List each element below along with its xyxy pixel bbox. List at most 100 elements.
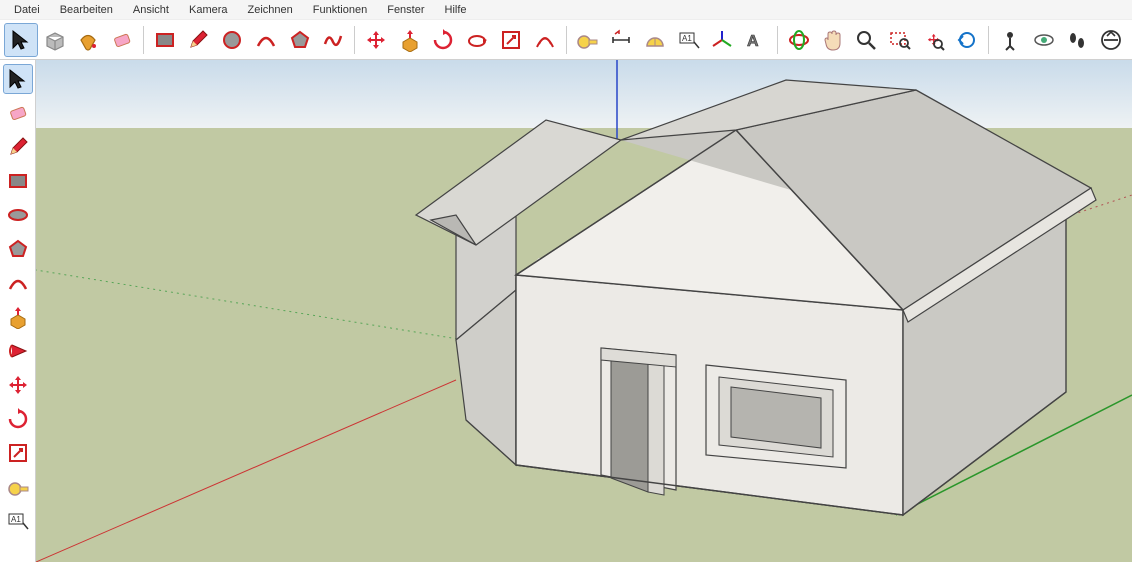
zoomext-icon — [922, 28, 946, 52]
menu-file[interactable]: Datei — [4, 2, 50, 18]
rotate-icon — [431, 28, 455, 52]
move-tool[interactable] — [3, 370, 33, 400]
push-pull-tool[interactable] — [393, 23, 427, 57]
squig-icon — [321, 28, 345, 52]
circle-tool[interactable] — [3, 200, 33, 230]
tape-measure-tool[interactable] — [3, 472, 33, 502]
dimension-tool[interactable] — [604, 23, 638, 57]
pencil-icon — [186, 28, 210, 52]
zoom-extents-tool[interactable] — [917, 23, 951, 57]
orbit-tool[interactable] — [782, 23, 816, 57]
menu-draw[interactable]: Zeichnen — [238, 2, 303, 18]
offset-icon — [533, 28, 557, 52]
feet-icon — [1065, 28, 1089, 52]
section-plane[interactable] — [1094, 23, 1128, 57]
previous-view[interactable] — [950, 23, 984, 57]
rotate-tool[interactable] — [427, 23, 461, 57]
text-tool[interactable] — [672, 23, 706, 57]
toolbar-separator — [988, 26, 989, 54]
rectangle-tool[interactable] — [148, 23, 182, 57]
look-around[interactable] — [1027, 23, 1061, 57]
rectangle-tool[interactable] — [3, 166, 33, 196]
pushpull-icon — [398, 28, 422, 52]
protractor-icon — [643, 28, 667, 52]
freehand-tool[interactable] — [316, 23, 350, 57]
position-camera[interactable] — [993, 23, 1027, 57]
circle-icon — [220, 28, 244, 52]
arc-icon — [6, 271, 30, 295]
zoom-icon — [854, 28, 878, 52]
rect-icon — [6, 169, 30, 193]
toolbar-separator — [566, 26, 567, 54]
arc-tool[interactable] — [3, 268, 33, 298]
protractor-tool[interactable] — [638, 23, 672, 57]
scale-icon — [499, 28, 523, 52]
cube-icon — [43, 28, 67, 52]
eraser-icon — [6, 101, 30, 125]
menu-view[interactable]: Ansicht — [123, 2, 179, 18]
orbit-icon — [787, 28, 811, 52]
circle-tool[interactable] — [215, 23, 249, 57]
cursor-icon — [6, 67, 30, 91]
toolbar-separator — [354, 26, 355, 54]
zoomwin-icon — [888, 28, 912, 52]
menu-functions[interactable]: Funktionen — [303, 2, 377, 18]
make-component[interactable] — [38, 23, 72, 57]
line-tool[interactable] — [182, 23, 216, 57]
line-tool[interactable] — [3, 132, 33, 162]
hand-icon — [820, 28, 844, 52]
follow-icon — [465, 28, 489, 52]
walk-tool[interactable] — [1061, 23, 1095, 57]
cursor-icon — [9, 28, 33, 52]
select-tool[interactable] — [3, 64, 33, 94]
pan-tool[interactable] — [816, 23, 850, 57]
zoom-window-tool[interactable] — [883, 23, 917, 57]
rotate-icon — [6, 407, 30, 431]
polygon-tool[interactable] — [3, 234, 33, 264]
zoom-tool[interactable] — [849, 23, 883, 57]
follow-me-tool[interactable] — [460, 23, 494, 57]
text-icon — [6, 509, 30, 533]
eraser[interactable] — [3, 98, 33, 128]
scale-icon — [6, 441, 30, 465]
push-pull-tool[interactable] — [3, 302, 33, 332]
tape-measure-tool[interactable] — [571, 23, 605, 57]
scale-tool[interactable] — [3, 438, 33, 468]
camerapos-icon — [998, 28, 1022, 52]
menu-edit[interactable]: Bearbeiten — [50, 2, 123, 18]
3d-text-tool[interactable] — [739, 23, 773, 57]
prevview-icon — [955, 28, 979, 52]
section-icon — [1099, 28, 1123, 52]
eraser-icon — [110, 28, 134, 52]
move-tool[interactable] — [359, 23, 393, 57]
toolbar-left — [0, 60, 36, 562]
toolbar-separator — [777, 26, 778, 54]
rotate-tool[interactable] — [3, 404, 33, 434]
scale-tool[interactable] — [494, 23, 528, 57]
arc-icon — [254, 28, 278, 52]
text-tool[interactable] — [3, 506, 33, 536]
polygon-tool[interactable] — [283, 23, 317, 57]
followside-icon — [6, 339, 30, 363]
follow-me-tool[interactable] — [3, 336, 33, 366]
menu-window[interactable]: Fenster — [377, 2, 434, 18]
dim-icon — [609, 28, 633, 52]
text3d-icon — [744, 28, 768, 52]
pencil-icon — [6, 135, 30, 159]
tape-icon — [6, 475, 30, 499]
menu-camera[interactable]: Kamera — [179, 2, 238, 18]
move4-icon — [6, 373, 30, 397]
paint-bucket[interactable] — [71, 23, 105, 57]
arc-tool[interactable] — [249, 23, 283, 57]
eraser[interactable] — [105, 23, 139, 57]
menu-help[interactable]: Hilfe — [435, 2, 477, 18]
viewport-3d[interactable] — [36, 60, 1132, 562]
axes-tool[interactable] — [705, 23, 739, 57]
offset-tool[interactable] — [528, 23, 562, 57]
eye-icon — [1032, 28, 1056, 52]
pushpull-icon — [6, 305, 30, 329]
select-tool[interactable] — [4, 23, 38, 57]
polygon-icon — [288, 28, 312, 52]
circ-side-icon — [6, 203, 30, 227]
axes-icon — [710, 28, 734, 52]
